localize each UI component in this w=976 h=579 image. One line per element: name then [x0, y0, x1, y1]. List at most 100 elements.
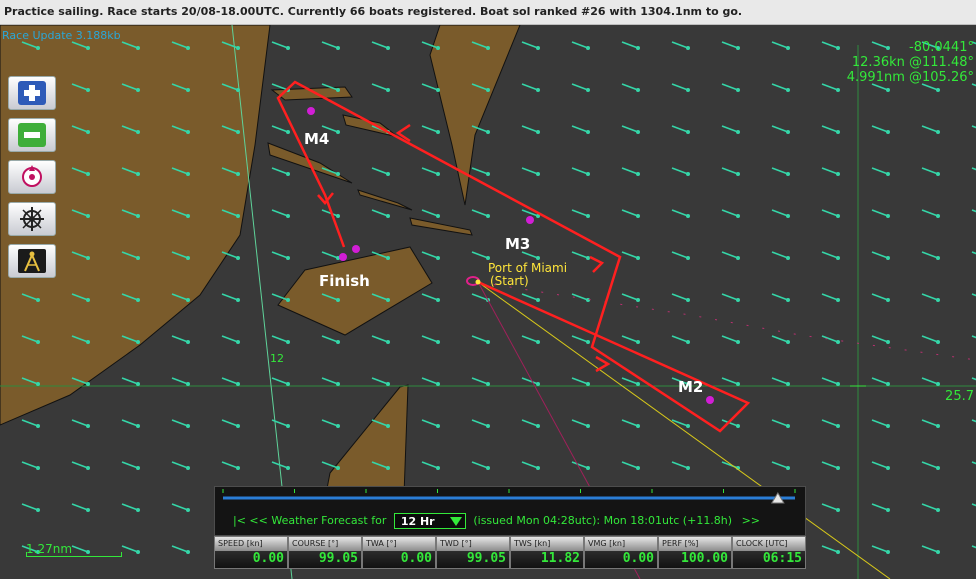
zoom-out-button[interactable]	[8, 118, 56, 152]
wind-arrow-head	[186, 508, 190, 512]
stat-value: 0.00	[252, 551, 284, 566]
wind-arrow-head	[936, 424, 940, 428]
mark-m3[interactable]	[526, 216, 534, 224]
wind-arrow-head	[136, 214, 140, 218]
stat-label: TWD [°]	[440, 539, 472, 548]
wind-arrow-head	[886, 172, 890, 176]
latitude-readout: 25.7	[945, 389, 974, 404]
wind-arrow-head	[736, 424, 740, 428]
wind-arrow-head	[836, 340, 840, 344]
forecast-slider[interactable]	[219, 489, 803, 511]
wind-arrow-head	[686, 88, 690, 92]
wind-arrow-head	[136, 172, 140, 176]
race-update-label: Race Update 3.188kb	[2, 29, 121, 42]
wind-arrow-head	[186, 172, 190, 176]
wind-arrow-head	[186, 88, 190, 92]
mark-m2[interactable]	[706, 396, 714, 404]
wind-arrow-head	[936, 256, 940, 260]
status-message: Practice sailing. Race starts 20/08-18.0…	[4, 5, 743, 18]
stat-vmg: VMG [kn] 0.00	[584, 536, 658, 569]
wind-arrow-head	[786, 256, 790, 260]
wind-arrow-head	[136, 466, 140, 470]
wind-arrow-head	[836, 382, 840, 386]
wind-arrow-head	[936, 550, 940, 554]
wind-arrow-head	[686, 340, 690, 344]
wind-arrow-head	[136, 382, 140, 386]
mark-m4[interactable]	[307, 107, 315, 115]
helm-button[interactable]	[8, 202, 56, 236]
wind-arrow-head	[386, 46, 390, 50]
wind-arrow-head	[836, 424, 840, 428]
wind-arrow-head	[536, 382, 540, 386]
wind-arrow-head	[736, 46, 740, 50]
wind-arrow-head	[736, 172, 740, 176]
wind-arrow-head	[136, 88, 140, 92]
center-boat-button[interactable]	[8, 160, 56, 194]
wind-arrow-head	[886, 424, 890, 428]
wind-arrow-head	[836, 466, 840, 470]
wind-arrow-head	[936, 508, 940, 512]
wind-arrow-head	[86, 508, 90, 512]
mark-finish-b[interactable]	[352, 245, 360, 253]
wind-arrow-head	[786, 214, 790, 218]
wind-arrow-head	[586, 424, 590, 428]
wind-arrow-head	[586, 130, 590, 134]
wind-arrow-head	[336, 424, 340, 428]
stat-twd: TWD [°] 99.05	[436, 536, 510, 569]
wind-arrow-head	[86, 466, 90, 470]
wind-arrow-head	[786, 130, 790, 134]
label-m3: M3	[505, 235, 531, 253]
wind-arrow-head	[786, 340, 790, 344]
wind-arrow-head	[486, 88, 490, 92]
wind-arrow-head	[686, 256, 690, 260]
wind-arrow-head	[886, 340, 890, 344]
zoom-in-icon	[18, 81, 46, 105]
wind-arrow-head	[486, 424, 490, 428]
stat-value: 11.82	[540, 551, 580, 566]
wind-arrow-head	[186, 550, 190, 554]
wind-arrow-head	[586, 172, 590, 176]
wind-arrow-head	[236, 88, 240, 92]
wind-arrow-head	[236, 424, 240, 428]
forecast-back-button[interactable]: |< <<	[233, 514, 268, 527]
wind-arrow-head	[536, 424, 540, 428]
wind-arrow-head	[686, 46, 690, 50]
wind-arrow-head	[886, 298, 890, 302]
stat-label: PERF [%]	[662, 539, 699, 548]
wind-arrow-head	[936, 172, 940, 176]
wind-arrow-head	[786, 424, 790, 428]
wind-arrow-head	[386, 466, 390, 470]
wind-arrow-head	[486, 382, 490, 386]
wind-arrow-head	[286, 172, 290, 176]
wind-arrow-head	[936, 382, 940, 386]
zoom-out-icon	[18, 123, 46, 147]
wind-arrow-head	[36, 46, 40, 50]
forecast-select[interactable]: 12 Hr	[393, 513, 466, 529]
wind-arrow-head	[486, 214, 490, 218]
wind-arrow-head	[36, 298, 40, 302]
wind-arrow-head	[386, 172, 390, 176]
wind-arrow-head	[886, 256, 890, 260]
wind-arrow-head	[686, 214, 690, 218]
stat-value: 0.00	[400, 551, 432, 566]
stat-course: COURSE [°] 99.05	[288, 536, 362, 569]
stat-value: 100.00	[681, 551, 728, 566]
mark-finish-a[interactable]	[339, 253, 347, 261]
wind-arrow-head	[286, 466, 290, 470]
wind-arrow-head	[336, 172, 340, 176]
wind-arrow-head	[486, 466, 490, 470]
wind-arrow-head	[886, 130, 890, 134]
wind-arrow-head	[436, 130, 440, 134]
compass-button[interactable]	[8, 244, 56, 278]
wind-arrow-head	[736, 130, 740, 134]
wind-arrow-head	[436, 466, 440, 470]
wind-arrow-head	[536, 256, 540, 260]
wind-arrow-head	[386, 382, 390, 386]
forecast-forward-button[interactable]: >>	[742, 514, 760, 527]
status-bar: Practice sailing. Race starts 20/08-18.0…	[0, 0, 976, 25]
wind-arrow-head	[586, 256, 590, 260]
stat-tws: TWS [kn] 11.82	[510, 536, 584, 569]
stat-value: 06:15	[762, 551, 802, 566]
wind-arrow-head	[286, 256, 290, 260]
zoom-in-button[interactable]	[8, 76, 56, 110]
